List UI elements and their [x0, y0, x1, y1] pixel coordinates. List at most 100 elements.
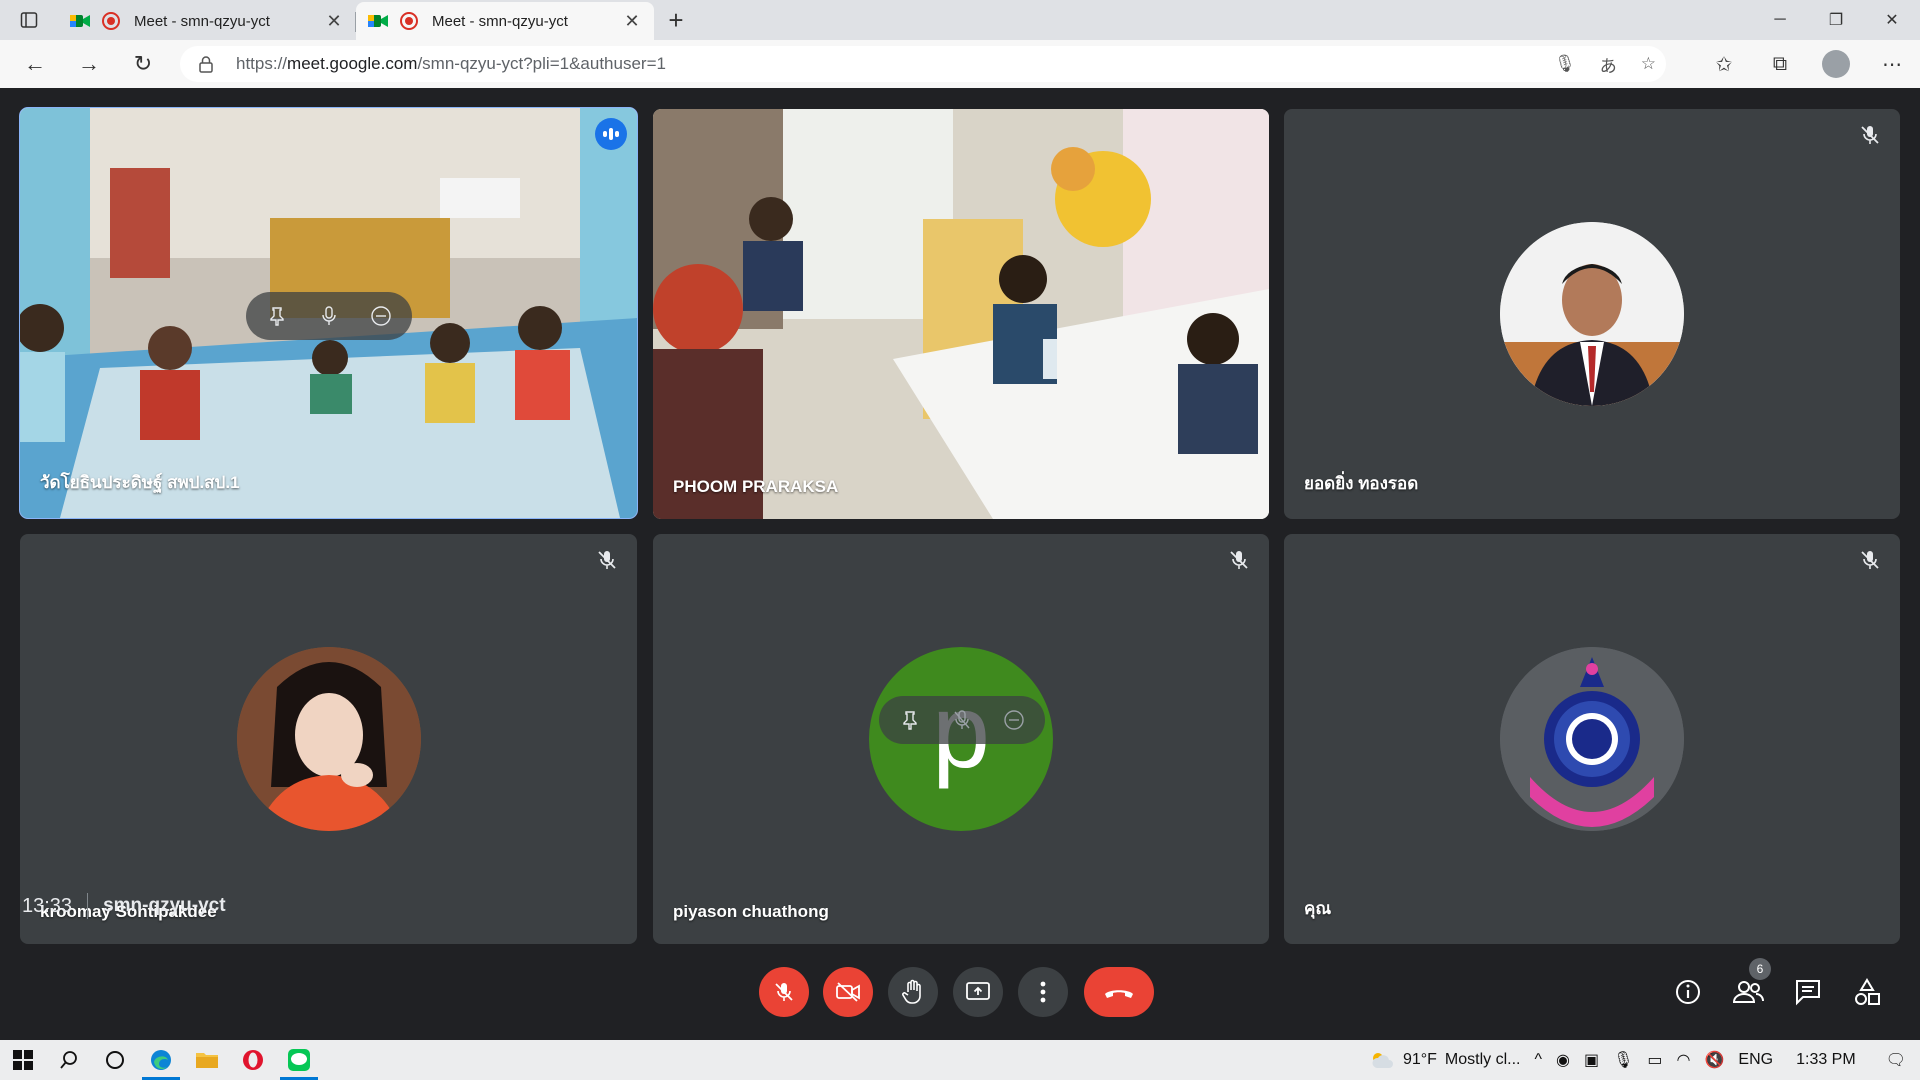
close-icon[interactable]: ✕ [622, 11, 642, 32]
tab-actions-button[interactable] [0, 0, 58, 40]
favorites-icon[interactable]: ✩ [1696, 40, 1752, 88]
taskbar-file-explorer[interactable] [184, 1040, 230, 1080]
lock-icon[interactable] [198, 55, 214, 73]
taskbar-edge[interactable] [138, 1040, 184, 1080]
microphone-tray-icon[interactable]: 🎙 [1606, 1040, 1640, 1080]
participant-tile[interactable]: คุณ [1284, 534, 1900, 944]
school-logo-avatar [1500, 647, 1684, 831]
remove-participant-icon[interactable] [364, 299, 398, 333]
back-button[interactable]: ← [8, 40, 62, 88]
system-tray: 91°F Mostly cl... ^ ◉ ▣ 🎙 ▭ ◠ 🔇 ENG 1:33… [1362, 1040, 1920, 1080]
tray-app-icon[interactable]: ◉ [1549, 1040, 1577, 1080]
add-favorite-icon[interactable]: ☆ [1641, 54, 1656, 74]
omnibox-icons: 🎙 あ ☆ [1554, 46, 1656, 82]
mute-participant-icon[interactable] [312, 299, 346, 333]
participant-tile[interactable]: p piyason chuathong [653, 534, 1269, 944]
activities-button[interactable] [1850, 975, 1884, 1009]
divider [87, 893, 89, 919]
restore-button[interactable]: ❐ [1808, 0, 1864, 40]
more-options-button[interactable] [1018, 967, 1068, 1017]
camera-toggle-button[interactable] [823, 967, 873, 1017]
participant-name: วัดโยธินประดิษฐ์ สพป.สป.1 [40, 473, 240, 492]
translate-icon[interactable]: あ [1600, 52, 1617, 77]
people-count-badge: 6 [1749, 958, 1771, 980]
raise-hand-button[interactable] [888, 967, 938, 1017]
wifi-icon[interactable]: ◠ [1670, 1040, 1698, 1080]
tab-title: Meet - smn-qzyu-yct [432, 12, 568, 30]
participant-name: PHOOM PRARAKSA [673, 477, 839, 496]
info-icon [1676, 980, 1700, 1004]
url-text[interactable]: https://meet.google.com/smn-qzyu-yct?pli… [236, 54, 666, 74]
folder-icon [196, 1053, 218, 1068]
search-button[interactable] [46, 1040, 92, 1080]
leave-call-button[interactable] [1084, 967, 1154, 1017]
pin-icon[interactable] [893, 703, 927, 737]
tab-meet-1[interactable]: Meet - smn-qzyu-yct ✕ [58, 2, 356, 40]
mic-toggle-button[interactable] [759, 967, 809, 1017]
display-icon[interactable]: ▭ [1640, 1040, 1669, 1080]
search-icon [60, 1051, 77, 1069]
notifications-icon[interactable]: 🗨 [1872, 1040, 1920, 1080]
language-indicator[interactable]: ENG [1731, 1040, 1780, 1080]
participant-name: ยอดยิ่ง ทองรอด [1304, 474, 1419, 493]
people-button[interactable] [1731, 975, 1765, 1009]
participant-tile[interactable]: PHOOM PRARAKSA [653, 109, 1269, 519]
participant-name: piyason chuathong [673, 902, 829, 921]
chat-button[interactable] [1791, 975, 1825, 1009]
participant-tile[interactable]: kroomay Sontipakdee [20, 534, 637, 944]
recording-icon [102, 12, 120, 30]
close-icon[interactable]: ✕ [324, 11, 344, 32]
close-window-button[interactable]: ✕ [1864, 0, 1920, 40]
clock[interactable]: 1:33 PM [1780, 1040, 1872, 1080]
url-prefix: https:// [236, 54, 288, 73]
window-controls: ─ ❐ ✕ [1752, 0, 1920, 40]
meet-now-icon[interactable]: ▣ [1577, 1040, 1606, 1080]
speaking-indicator-icon [595, 118, 627, 150]
mic-off-icon [1858, 548, 1882, 572]
url-path: /smn-qzyu-yct?pli=1&authuser=1 [417, 54, 666, 73]
new-tab-button[interactable]: + [654, 0, 698, 40]
browser-right-tools: ✩ ⧉ ⋯ [1696, 40, 1920, 88]
present-screen-button[interactable] [953, 967, 1003, 1017]
volume-muted-icon[interactable]: 🔇 [1698, 1040, 1732, 1080]
start-button[interactable] [0, 1040, 46, 1080]
taskbar-opera[interactable] [230, 1040, 276, 1080]
cloud-sun-icon [1372, 1053, 1393, 1068]
profile-avatar[interactable] [1822, 50, 1850, 78]
forward-button[interactable]: → [62, 40, 116, 88]
collections-icon[interactable]: ⧉ [1752, 40, 1808, 88]
pin-icon[interactable] [260, 299, 294, 333]
participant-tile[interactable]: วัดโยธินประดิษฐ์ สพป.สป.1 [19, 107, 638, 519]
remove-participant-icon[interactable] [997, 703, 1031, 737]
cortana-button[interactable] [92, 1040, 138, 1080]
mute-participant-icon[interactable] [945, 703, 979, 737]
participant-name: คุณ [1304, 899, 1332, 918]
address-bar[interactable]: https://meet.google.com/smn-qzyu-yct?pli… [180, 46, 1666, 82]
minimize-button[interactable]: ─ [1752, 0, 1808, 40]
meeting-details-button[interactable] [1671, 975, 1705, 1009]
show-hidden-icons-button[interactable]: ^ [1527, 1040, 1549, 1080]
more-vert-icon [1040, 981, 1046, 1003]
tab-meet-2[interactable]: Meet - smn-qzyu-yct ✕ [356, 2, 654, 40]
participant-video [653, 109, 1269, 519]
mic-off-icon [1227, 548, 1251, 572]
participant-avatar [1500, 222, 1684, 406]
mic-off-icon [1858, 123, 1882, 147]
activities-icon [1855, 978, 1880, 1005]
tile-hover-controls [879, 696, 1045, 744]
tile-hover-controls [246, 292, 412, 340]
more-menu-icon[interactable]: ⋯ [1864, 40, 1920, 88]
reload-button[interactable]: ↻ [116, 40, 170, 88]
microphone-icon[interactable]: 🎙 [1554, 54, 1576, 74]
mic-off-icon [595, 548, 619, 572]
taskbar-line[interactable] [276, 1040, 322, 1080]
weather-widget[interactable]: 91°F Mostly cl... [1362, 1040, 1528, 1080]
os-taskbar: 91°F Mostly cl... ^ ◉ ▣ 🎙 ▭ ◠ 🔇 ENG 1:33… [0, 1040, 1920, 1080]
participant-tile[interactable]: ยอดยิ่ง ทองรอด [1284, 109, 1900, 519]
hang-up-icon [1105, 990, 1133, 998]
participant-avatar [236, 647, 421, 831]
hand-icon [902, 979, 921, 1004]
line-app-icon [288, 1049, 310, 1071]
meeting-clock: 13:33 [22, 894, 73, 917]
meeting-stage: วัดโยธินประดิษฐ์ สพป.สป.1 PHOOM PRARAKSA [0, 88, 1920, 1040]
